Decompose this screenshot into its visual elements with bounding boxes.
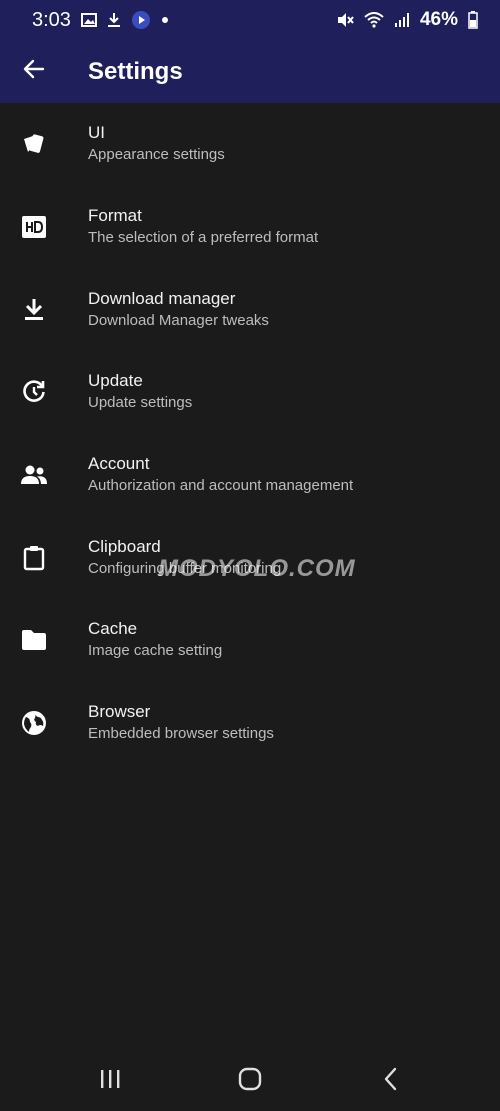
settings-item-title: Account <box>88 454 150 474</box>
status-bar: 3:03 46% <box>0 0 500 40</box>
settings-item-subtitle: Embedded browser settings <box>88 725 274 743</box>
battery-percentage: 46% <box>419 9 458 30</box>
settings-item-clipboard[interactable]: Clipboard Configuring buffer monitoring <box>0 516 500 599</box>
settings-item-subtitle: Update settings <box>88 394 193 412</box>
hd-icon <box>0 186 68 268</box>
back-arrow-icon <box>23 58 45 85</box>
settings-item-title: Update <box>88 371 143 391</box>
download-icon <box>107 12 121 28</box>
signal-icon <box>394 12 410 28</box>
wifi-icon <box>364 12 384 28</box>
recent-apps-icon <box>99 1069 121 1094</box>
nav-back-button[interactable] <box>360 1056 420 1106</box>
settings-item-title: Cache <box>88 619 138 639</box>
settings-item-title: Download manager <box>88 288 236 308</box>
settings-item-title: Browser <box>88 702 151 722</box>
app-bar: Settings <box>0 40 500 103</box>
settings-item-ui[interactable]: UI Appearance settings <box>0 103 500 186</box>
folder-icon <box>0 599 68 681</box>
settings-item-title: UI <box>88 123 105 143</box>
navigation-bar <box>0 1051 500 1111</box>
account-icon <box>0 434 68 516</box>
download-icon <box>0 269 68 351</box>
update-icon <box>0 351 68 433</box>
settings-item-subtitle: Download Manager tweaks <box>88 311 269 329</box>
home-icon <box>238 1067 262 1096</box>
status-time: 3:03 <box>32 8 71 31</box>
status-right: 46% <box>336 9 478 31</box>
status-left: 3:03 <box>32 9 169 32</box>
settings-item-download-manager[interactable]: Download manager Download Manager tweaks <box>0 268 500 351</box>
settings-item-cache[interactable]: Cache Image cache setting <box>0 599 500 682</box>
settings-item-subtitle: The selection of a preferred format <box>88 229 319 247</box>
settings-item-account[interactable]: Account Authorization and account manage… <box>0 434 500 517</box>
notification-dot-icon <box>161 16 169 24</box>
settings-item-subtitle: Image cache setting <box>88 642 223 660</box>
media-app-icon <box>131 10 151 30</box>
settings-item-title: Format <box>88 206 142 226</box>
settings-item-subtitle: Appearance settings <box>88 146 225 164</box>
back-button[interactable] <box>0 40 68 103</box>
page-title: Settings <box>88 57 183 85</box>
recent-apps-button[interactable] <box>80 1056 140 1106</box>
battery-icon <box>468 11 478 29</box>
ui-cards-icon <box>0 103 68 185</box>
back-icon <box>383 1067 397 1096</box>
clipboard-icon <box>0 517 68 599</box>
gallery-icon <box>80 12 97 28</box>
settings-item-title: Clipboard <box>88 536 161 556</box>
mute-icon <box>336 11 354 29</box>
home-button[interactable] <box>220 1056 280 1106</box>
settings-item-format[interactable]: Format The selection of a preferred form… <box>0 186 500 269</box>
globe-icon <box>0 682 68 764</box>
settings-list: UI Appearance settings Format The select… <box>0 103 500 765</box>
settings-item-subtitle: Authorization and account management <box>88 477 354 495</box>
settings-item-update[interactable]: Update Update settings <box>0 351 500 434</box>
settings-item-browser[interactable]: Browser Embedded browser settings <box>0 682 500 765</box>
settings-item-subtitle: Configuring buffer monitoring <box>88 559 282 577</box>
